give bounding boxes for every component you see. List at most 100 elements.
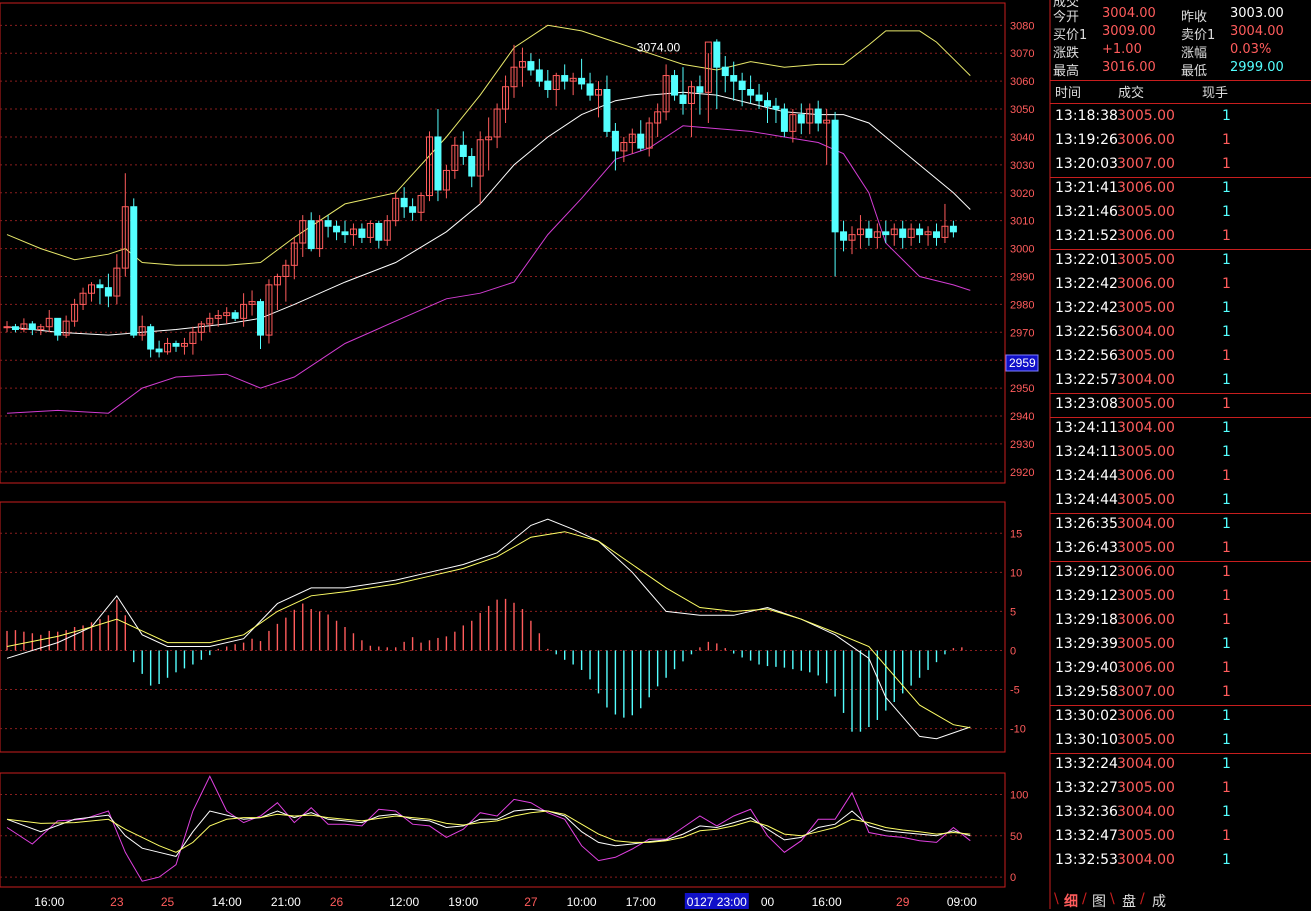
candle-down: [459, 144, 467, 157]
tick-time: 13:29:40: [1055, 660, 1118, 676]
candle-down: [840, 231, 848, 241]
high-label: 最高: [1053, 64, 1080, 79]
tick-row[interactable]: 13:32:24 3004.00 1: [1050, 753, 1311, 777]
y-tick-label: 3070: [1010, 48, 1034, 60]
tick-time: 13:30:02: [1055, 708, 1118, 724]
y-tick-label: -10: [1010, 724, 1026, 736]
y-tick-label: 2930: [1010, 439, 1034, 451]
tick-time: 13:18:38: [1055, 108, 1118, 124]
tab-orderbook[interactable]: 盘: [1122, 891, 1136, 911]
tick-time: 13:32:24: [1055, 756, 1118, 772]
tick-row[interactable]: 13:30:10 3005.00 1: [1050, 729, 1311, 754]
tick-row[interactable]: 13:21:52 3006.00 1: [1050, 225, 1311, 250]
x-tick-label: 25: [161, 895, 175, 909]
x-tick-label: 16:00: [812, 895, 842, 909]
tick-row[interactable]: 13:20:03 3007.00 1: [1050, 153, 1311, 178]
tick-volume: 1: [1222, 396, 1231, 412]
x-tick-label: 26: [330, 895, 344, 909]
tick-row[interactable]: 13:29:39 3005.00 1: [1050, 633, 1311, 657]
tick-price: 3005.00: [1117, 828, 1175, 844]
tick-row[interactable]: 13:19:26 3006.00 1: [1050, 129, 1311, 153]
tick-row[interactable]: 13:24:44 3005.00 1: [1050, 489, 1311, 514]
tick-row[interactable]: 13:32:27 3005.00 1: [1050, 777, 1311, 801]
tick-volume: 1: [1222, 276, 1231, 292]
tick-volume: 1: [1222, 732, 1231, 748]
prev-close-value: 3003.00: [1230, 6, 1284, 21]
x-tick-label: 27: [524, 895, 538, 909]
price-panel[interactable]: 2920293029402950296029702980299030003010…: [0, 2, 1039, 484]
tick-row[interactable]: 13:18:38 3005.00 1: [1050, 105, 1311, 129]
tick-price: 3006.00: [1117, 660, 1175, 676]
macd-panel-frame: [0, 501, 1006, 753]
low-value: 2999.00: [1230, 60, 1284, 75]
tick-row[interactable]: 13:29:12 3006.00 1: [1050, 561, 1311, 585]
candle-down: [797, 114, 805, 124]
tick-row[interactable]: 13:24:11 3004.00 1: [1050, 417, 1311, 441]
tick-time: 13:29:39: [1055, 636, 1118, 652]
tick-row[interactable]: 13:32:36 3004.00 1: [1050, 801, 1311, 825]
tick-row[interactable]: 13:30:02 3006.00 1: [1050, 705, 1311, 729]
candle-down: [603, 89, 611, 132]
tick-volume: 1: [1222, 636, 1231, 652]
tick-row[interactable]: 13:24:11 3005.00 1: [1050, 441, 1311, 465]
tick-volume: 1: [1222, 804, 1231, 820]
y-tick-label: 0: [1010, 872, 1016, 884]
tick-row[interactable]: 13:29:40 3006.00 1: [1050, 657, 1311, 681]
candle-down: [535, 69, 543, 82]
tick-volume: 1: [1222, 540, 1231, 556]
tick-time: 13:21:46: [1055, 204, 1118, 220]
tick-time: 13:20:03: [1055, 156, 1118, 172]
tick-price: 3006.00: [1117, 708, 1175, 724]
tab-detail[interactable]: 细: [1064, 891, 1078, 911]
y-tick-label: 3000: [1010, 244, 1034, 256]
tick-row[interactable]: 13:22:57 3004.00 1: [1050, 369, 1311, 394]
candle-down: [780, 108, 788, 132]
tick-row[interactable]: 13:21:41 3006.00 1: [1050, 177, 1311, 201]
tick-row[interactable]: 13:22:56 3004.00 1: [1050, 321, 1311, 345]
tab-trades[interactable]: 成: [1152, 891, 1166, 911]
tick-price: 3005.00: [1117, 444, 1175, 460]
tick-row[interactable]: 13:26:43 3005.00 1: [1050, 537, 1311, 562]
tick-row[interactable]: 13:22:01 3005.00 1: [1050, 249, 1311, 273]
tick-row[interactable]: 13:29:12 3005.00 1: [1050, 585, 1311, 609]
tick-volume: 1: [1222, 492, 1231, 508]
ticks-header-price: 成交: [1118, 86, 1145, 101]
tick-row[interactable]: 13:22:56 3005.00 1: [1050, 345, 1311, 369]
x-tick-label: 09:00: [947, 895, 977, 909]
candle-down: [637, 133, 645, 149]
tick-volume: 1: [1222, 444, 1231, 460]
x-tick-label: 29: [896, 895, 910, 909]
tick-time: 13:21:52: [1055, 228, 1118, 244]
candle-down: [814, 108, 822, 124]
bottom-tabs: \ 细 / 图 \ 盘 / 成: [1050, 889, 1311, 911]
tick-row[interactable]: 13:26:35 3004.00 1: [1050, 513, 1311, 537]
tick-row[interactable]: 13:29:18 3006.00 1: [1050, 609, 1311, 633]
change-value: +1.00: [1102, 42, 1142, 57]
ask-value: 3004.00: [1230, 24, 1284, 39]
tick-time: 13:29:12: [1055, 588, 1118, 604]
y-tick-label: 3030: [1010, 160, 1034, 172]
tick-row[interactable]: 13:22:42 3005.00 1: [1050, 297, 1311, 321]
candle-down: [172, 342, 180, 347]
tick-row[interactable]: 13:32:47 3005.00 1: [1050, 825, 1311, 849]
tick-row[interactable]: 13:24:44 3006.00 1: [1050, 465, 1311, 489]
kdj-gridlines: [0, 793, 1005, 878]
cursor-time-label: 0127 23:00: [687, 895, 747, 909]
tick-row[interactable]: 13:23:08 3005.00 1: [1050, 393, 1311, 418]
macd-panel[interactable]: -10 -5 0 5 10 15: [0, 501, 1026, 753]
tick-volume: 1: [1222, 660, 1231, 676]
candle-down: [130, 206, 138, 336]
tick-row[interactable]: 13:29:58 3007.00 1: [1050, 681, 1311, 706]
tick-row[interactable]: 13:22:42 3006.00 1: [1050, 273, 1311, 297]
tab-chart[interactable]: 图: [1092, 891, 1106, 911]
candle-down: [147, 326, 155, 350]
quote-row-change: 涨跌 +1.00 涨幅 0.03%: [1050, 42, 1311, 61]
kdj-panel[interactable]: 0 50 100: [0, 772, 1028, 888]
tick-row[interactable]: 13:32:53 3004.00 1: [1050, 849, 1311, 873]
candle-down: [341, 231, 349, 236]
tick-price: 3007.00: [1117, 156, 1175, 172]
tick-row[interactable]: 13:21:46 3005.00 1: [1050, 201, 1311, 225]
tick-time: 13:21:41: [1055, 180, 1118, 196]
tick-volume: 1: [1222, 708, 1231, 724]
y-tick-label: -5: [1010, 685, 1020, 697]
